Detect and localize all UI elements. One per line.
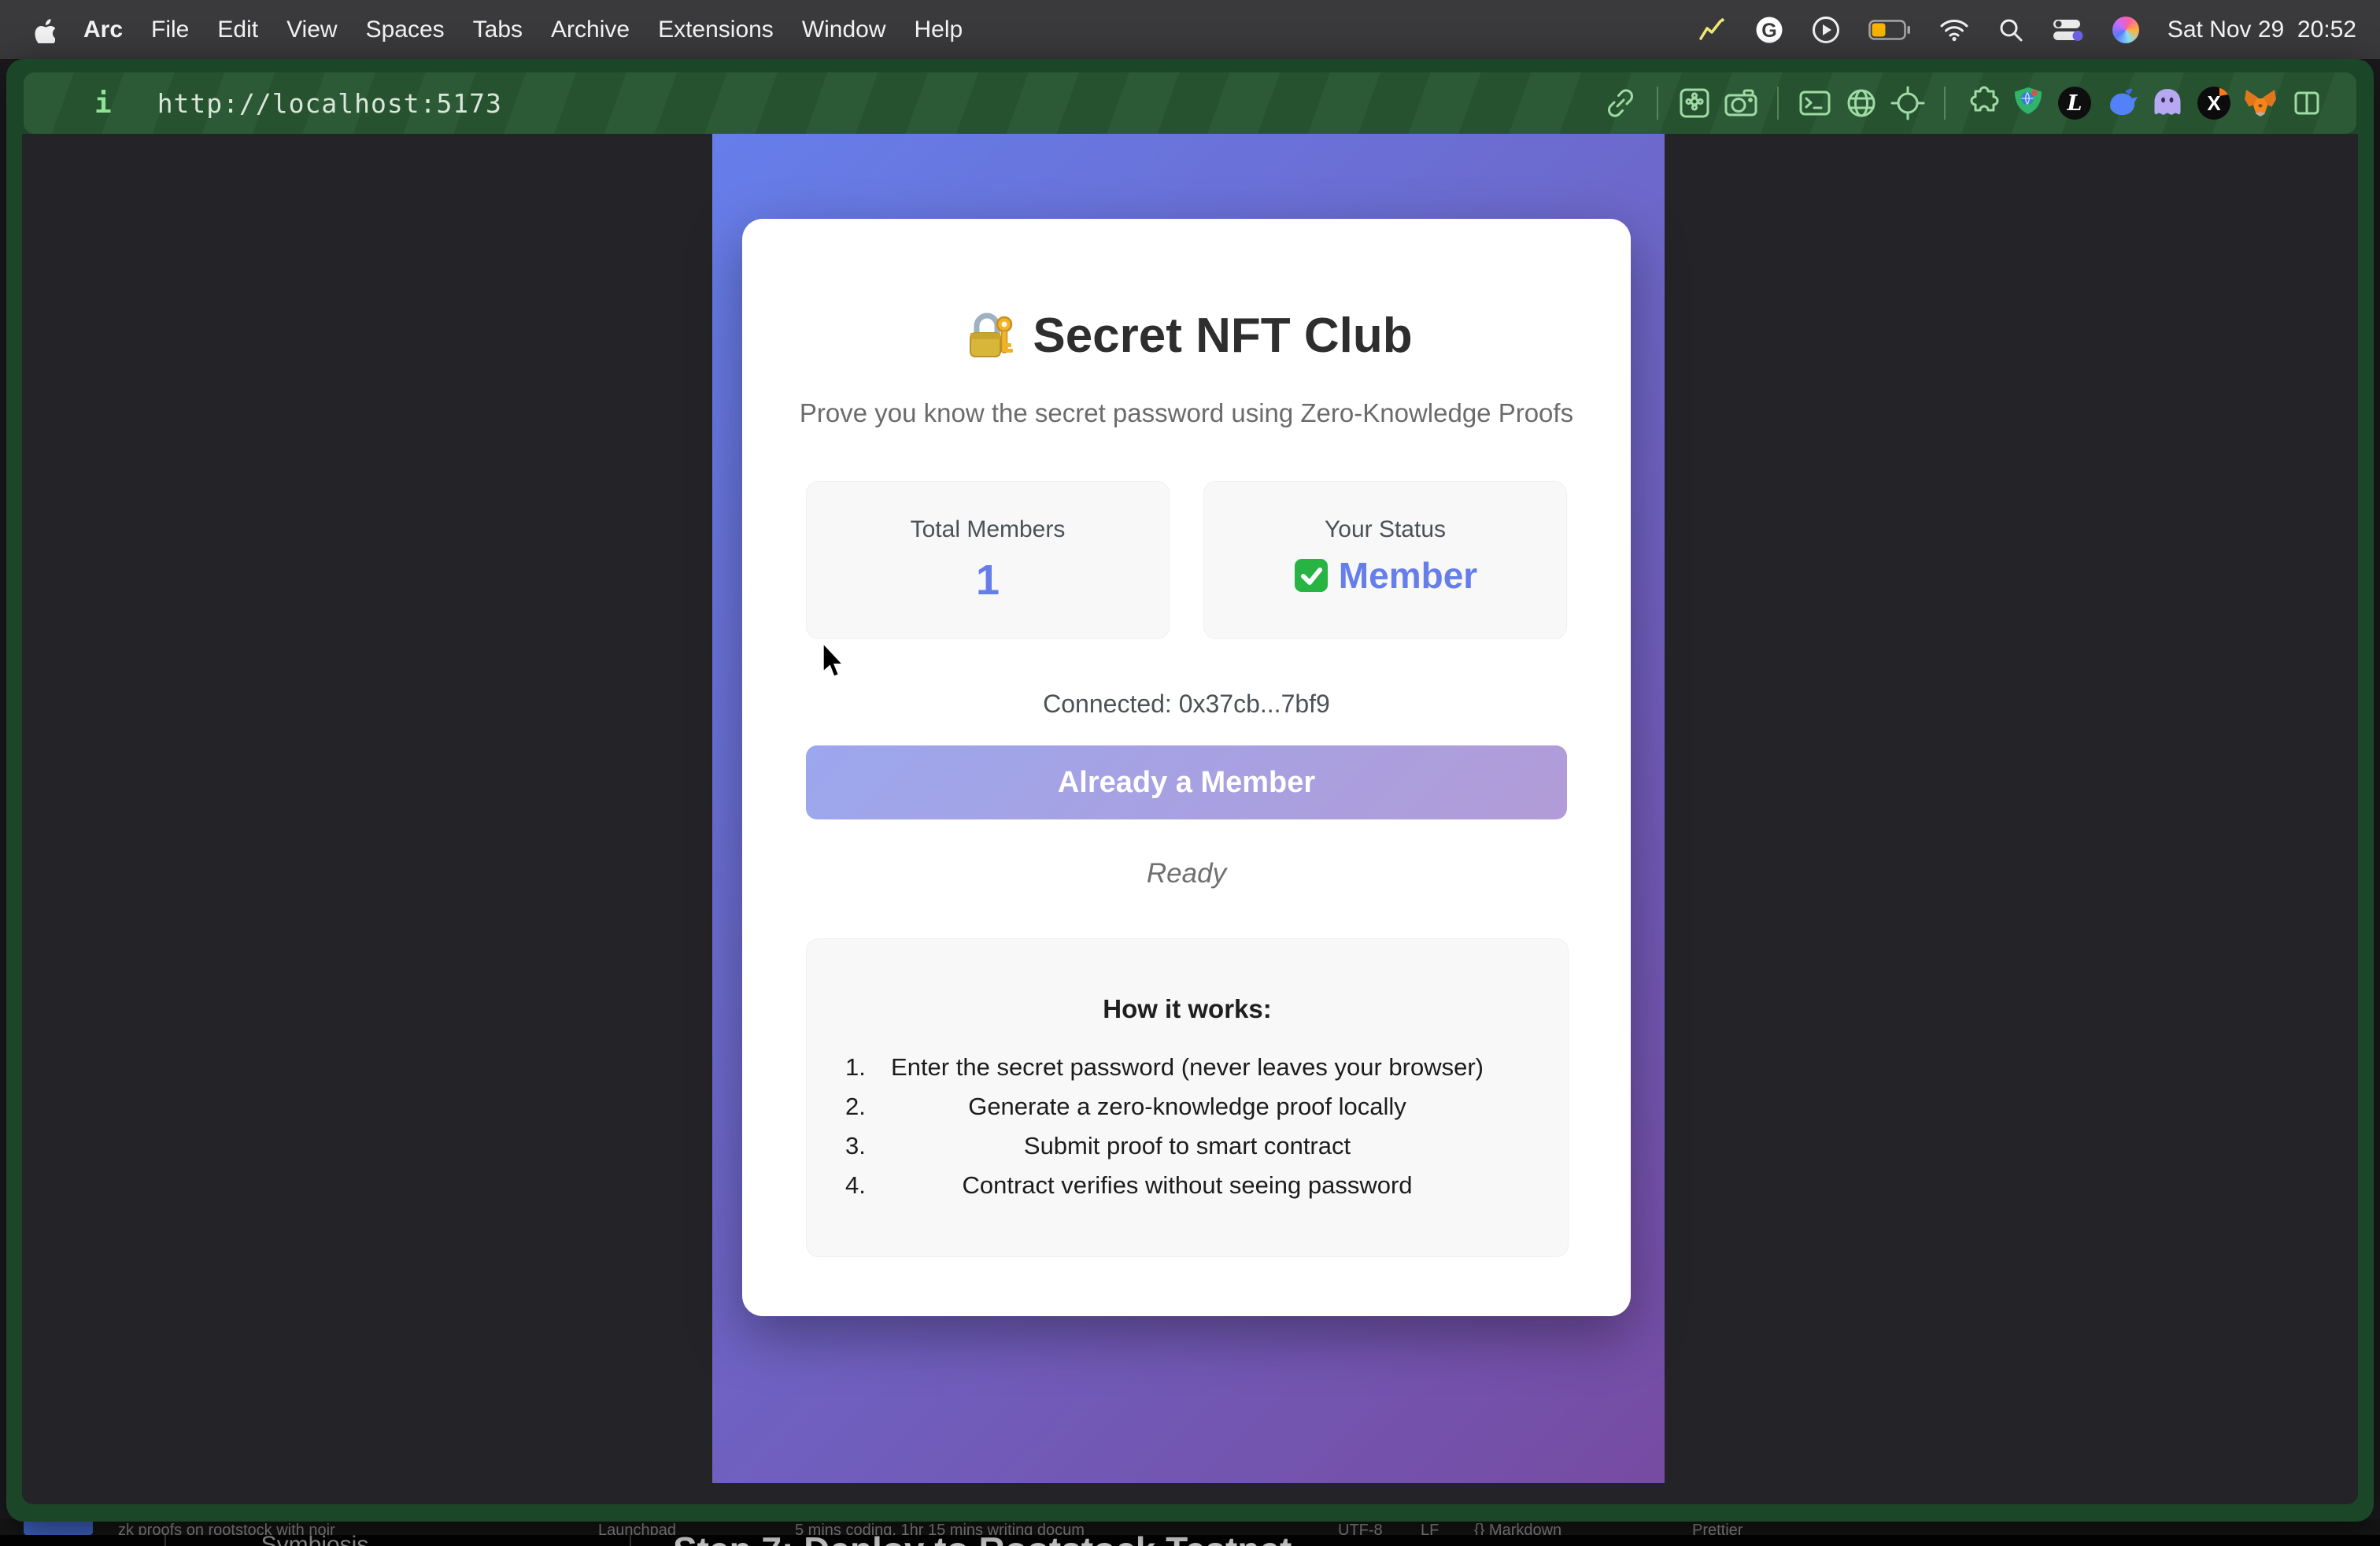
secret-nft-club-card: Secret NFT Club Prove you know the secre… bbox=[742, 219, 1631, 1316]
link-icon[interactable] bbox=[1602, 85, 1639, 121]
grammarly-icon[interactable]: G bbox=[1755, 16, 1783, 44]
split-view-icon[interactable] bbox=[2289, 85, 2325, 121]
menu-item-edit[interactable]: Edit bbox=[217, 17, 258, 43]
background-tab-label[interactable]: Symbiosis bbox=[236, 1532, 394, 1546]
bluebird-icon[interactable] bbox=[2103, 85, 2139, 121]
svg-text:X: X bbox=[2207, 91, 2221, 115]
extensions-puzzle-icon[interactable] bbox=[1964, 85, 2000, 121]
terminal-icon[interactable] bbox=[1797, 85, 1833, 121]
background-divider bbox=[164, 1535, 166, 1546]
how-it-works-heading: How it works: bbox=[807, 994, 1568, 1024]
menu-item-view[interactable]: View bbox=[286, 17, 337, 43]
check-mark-emoji-icon bbox=[1293, 557, 1329, 594]
lock-emoji-icon bbox=[960, 307, 1017, 364]
phantom-ghost-icon[interactable] bbox=[2149, 85, 2186, 121]
menu-bar-clock[interactable]: Sat Nov 29 20:52 bbox=[2168, 17, 2356, 43]
menu-item-window[interactable]: Window bbox=[802, 17, 886, 43]
how-step: 2. Generate a zero-knowledge proof local… bbox=[807, 1093, 1568, 1121]
step-text: Contract verifies without seeing passwor… bbox=[807, 1171, 1568, 1200]
svg-text:L: L bbox=[2067, 91, 2082, 116]
step-text: Generate a zero-knowledge proof locally bbox=[807, 1093, 1568, 1121]
stat-label: Your Status bbox=[1204, 516, 1566, 543]
page-title: Secret NFT Club bbox=[1033, 308, 1412, 364]
wifi-icon[interactable] bbox=[1939, 18, 1969, 42]
stat-value: Member bbox=[1339, 554, 1477, 597]
page-gradient-background: Secret NFT Club Prove you know the secre… bbox=[712, 134, 1665, 1483]
stat-label: Total Members bbox=[807, 516, 1169, 543]
step-number: 4. bbox=[845, 1171, 866, 1200]
control-center-icon[interactable] bbox=[2053, 19, 2084, 41]
menu-item-archive[interactable]: Archive bbox=[551, 17, 630, 43]
search-icon[interactable] bbox=[1998, 17, 2024, 43]
x-app-icon[interactable]: X bbox=[2196, 85, 2232, 121]
step-text: Submit proof to smart contract bbox=[807, 1132, 1568, 1160]
stat-total-members: Total Members 1 bbox=[806, 481, 1170, 639]
step-text: Enter the secret password (never leaves … bbox=[807, 1053, 1568, 1082]
metamask-fox-icon[interactable] bbox=[2242, 85, 2278, 121]
crosshair-icon[interactable] bbox=[1890, 85, 1926, 121]
svg-text:G: G bbox=[1761, 20, 1776, 42]
menu-item-tabs[interactable]: Tabs bbox=[473, 17, 523, 43]
page-subtitle: Prove you know the secret password using… bbox=[742, 398, 1631, 428]
step-number: 1. bbox=[845, 1053, 866, 1082]
step-number: 3. bbox=[845, 1132, 866, 1160]
apple-menu-icon[interactable] bbox=[33, 17, 55, 43]
menu-item-help[interactable]: Help bbox=[915, 17, 963, 43]
url-bar[interactable]: http://localhost:5173 bbox=[157, 88, 502, 119]
background-doc-heading: Step 7: Deploy to Rootstock Testnet bbox=[673, 1529, 1292, 1546]
menu-item-spaces[interactable]: Spaces bbox=[366, 17, 445, 43]
battery-icon[interactable] bbox=[1868, 20, 1911, 40]
browser-window: i http://localhost:5173 bbox=[6, 59, 2374, 1522]
toolbar-divider bbox=[1777, 87, 1779, 120]
menu-item-file[interactable]: File bbox=[151, 17, 189, 43]
already-a-member-button[interactable]: Already a Member bbox=[806, 745, 1567, 819]
siri-icon[interactable] bbox=[2112, 17, 2139, 43]
browser-viewport: Secret NFT Club Prove you know the secre… bbox=[22, 134, 2358, 1504]
play-circle-icon[interactable] bbox=[1812, 16, 1840, 44]
toolbar-divider bbox=[1944, 87, 1946, 120]
loom-icon[interactable]: L bbox=[2057, 85, 2093, 121]
how-step: 4. Contract verifies without seeing pass… bbox=[807, 1171, 1568, 1200]
status-text: Ready bbox=[742, 858, 1631, 890]
background-statusbar-remote-segment[interactable] bbox=[24, 1519, 93, 1535]
image-icon[interactable] bbox=[1676, 85, 1713, 121]
how-step: 3. Submit proof to smart contract bbox=[807, 1132, 1568, 1160]
menu-app-name[interactable]: Arc bbox=[83, 17, 123, 43]
adguard-shield-icon[interactable] bbox=[2010, 85, 2046, 121]
how-it-works-box: How it works: 1. Enter the secret passwo… bbox=[806, 938, 1569, 1257]
browser-toolbar: i http://localhost:5173 bbox=[24, 72, 2356, 134]
globe-icon[interactable] bbox=[1843, 85, 1879, 121]
toolbar-divider bbox=[1657, 87, 1658, 120]
how-step: 1. Enter the secret password (never leav… bbox=[807, 1053, 1568, 1082]
site-info-icon[interactable]: i bbox=[94, 87, 112, 120]
step-number: 2. bbox=[845, 1093, 866, 1121]
connected-address: Connected: 0x37cb...7bf9 bbox=[742, 690, 1631, 719]
stocks-icon[interactable] bbox=[1698, 17, 1727, 43]
macos-menu-bar: Arc File Edit View Spaces Tabs Archive E… bbox=[0, 0, 2380, 59]
menu-item-extensions[interactable]: Extensions bbox=[658, 17, 774, 43]
camera-icon[interactable] bbox=[1723, 85, 1759, 121]
desktop: zk proofs on rootstock with noir Launchp… bbox=[0, 0, 2380, 1546]
stat-your-status: Your Status Member bbox=[1203, 481, 1567, 639]
stat-value: 1 bbox=[807, 556, 1169, 605]
mouse-cursor bbox=[820, 642, 848, 686]
background-divider bbox=[630, 1535, 631, 1546]
